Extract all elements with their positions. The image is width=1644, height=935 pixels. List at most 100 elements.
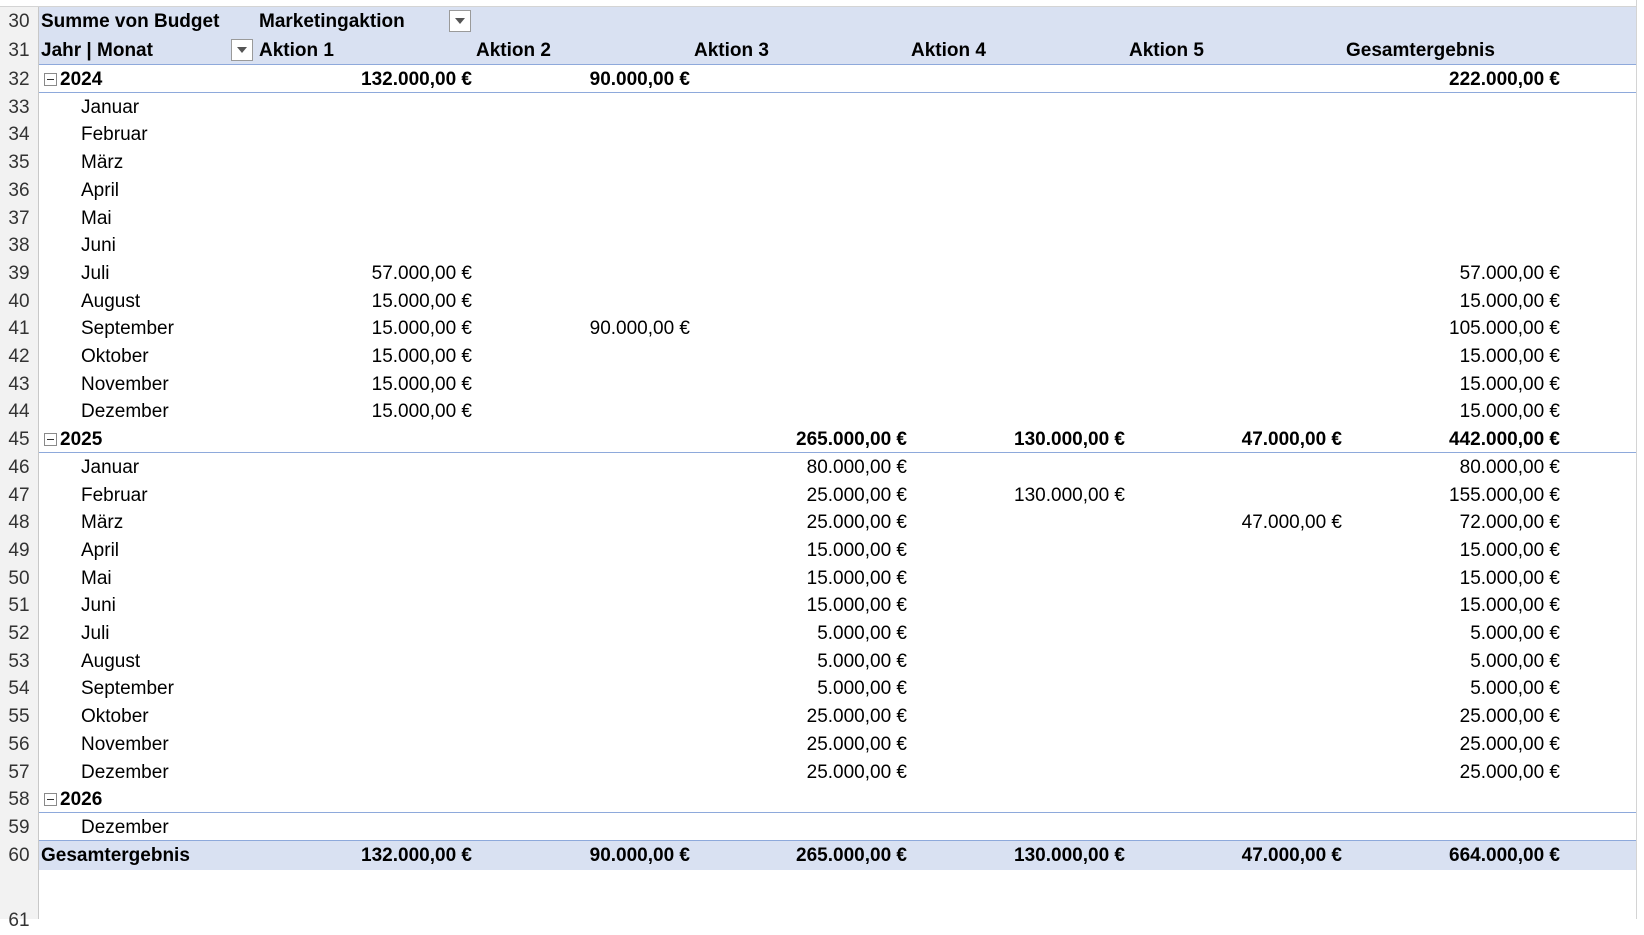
value-cell-aktion-5[interactable]: [1132, 758, 1342, 787]
value-cell-aktion-2[interactable]: [480, 785, 690, 814]
row-label[interactable]: Mai: [81, 564, 112, 593]
value-cell-aktion-2[interactable]: [480, 758, 690, 787]
value-cell-aktion-2[interactable]: [480, 342, 690, 371]
value-cell-aktion-4[interactable]: [915, 65, 1125, 94]
value-cell-total[interactable]: 5.000,00 €: [1350, 674, 1560, 703]
row-number[interactable]: 44: [0, 397, 38, 426]
row-number[interactable]: 45: [0, 425, 38, 454]
row-filter-button[interactable]: [231, 39, 253, 61]
row-label[interactable]: Februar: [81, 481, 148, 510]
row-label[interactable]: Oktober: [81, 342, 149, 371]
row-label[interactable]: 2024: [60, 65, 102, 94]
value-cell-aktion-2[interactable]: [480, 287, 690, 316]
value-cell-aktion-5[interactable]: [1132, 619, 1342, 648]
value-cell-aktion-5[interactable]: [1132, 647, 1342, 676]
value-cell-aktion-1[interactable]: [262, 674, 472, 703]
value-cell-aktion-4[interactable]: [915, 536, 1125, 565]
value-cell-aktion-3[interactable]: 25.000,00 €: [697, 702, 907, 731]
row-label[interactable]: Juli: [81, 619, 110, 648]
value-cell-aktion-5[interactable]: [1132, 674, 1342, 703]
row-number[interactable]: 49: [0, 536, 38, 565]
row-number[interactable]: 38: [0, 231, 38, 260]
value-cell-total[interactable]: [1350, 148, 1560, 177]
value-cell-aktion-2[interactable]: [480, 397, 690, 426]
value-cell-aktion-2[interactable]: [480, 508, 690, 537]
row-number[interactable]: 53: [0, 647, 38, 676]
value-cell-aktion-3[interactable]: [697, 314, 907, 343]
value-cell-aktion-5[interactable]: [1132, 204, 1342, 233]
value-cell-aktion-2[interactable]: [480, 425, 690, 454]
value-cell-aktion-2[interactable]: [480, 481, 690, 510]
row-number[interactable]: 56: [0, 730, 38, 759]
value-cell-aktion-2[interactable]: [480, 204, 690, 233]
value-cell-total[interactable]: [1350, 813, 1560, 842]
row-label[interactable]: Dezember: [81, 813, 169, 842]
value-cell-aktion-3[interactable]: [697, 259, 907, 288]
value-cell-total[interactable]: 80.000,00 €: [1350, 453, 1560, 482]
value-cell-aktion-3[interactable]: 15.000,00 €: [697, 536, 907, 565]
value-cell-aktion-2[interactable]: [480, 730, 690, 759]
value-cell-aktion-3[interactable]: 5.000,00 €: [697, 674, 907, 703]
row-number[interactable]: 55: [0, 702, 38, 731]
value-cell-aktion-5[interactable]: [1132, 148, 1342, 177]
value-cell-aktion-3[interactable]: 25.000,00 €: [697, 758, 907, 787]
value-cell-aktion-5[interactable]: [1132, 591, 1342, 620]
value-cell-aktion-1[interactable]: 132.000,00 €: [262, 65, 472, 94]
value-cell-total[interactable]: 664.000,00 €: [1350, 841, 1560, 870]
value-cell-total[interactable]: 15.000,00 €: [1350, 536, 1560, 565]
value-cell-aktion-2[interactable]: [480, 259, 690, 288]
row-label[interactable]: März: [81, 148, 123, 177]
value-cell-aktion-4[interactable]: [915, 702, 1125, 731]
value-cell-aktion-2[interactable]: [480, 674, 690, 703]
value-cell-total[interactable]: 15.000,00 €: [1350, 287, 1560, 316]
value-cell-aktion-2[interactable]: [480, 702, 690, 731]
value-cell-aktion-5[interactable]: [1132, 65, 1342, 94]
column-header-aktion-2[interactable]: Aktion 2: [476, 36, 551, 65]
value-cell-aktion-5[interactable]: [1132, 813, 1342, 842]
value-cell-aktion-2[interactable]: [480, 813, 690, 842]
value-cell-aktion-5[interactable]: [1132, 120, 1342, 149]
value-cell-aktion-4[interactable]: [915, 148, 1125, 177]
value-cell-aktion-3[interactable]: 25.000,00 €: [697, 481, 907, 510]
row-label[interactable]: Februar: [81, 120, 148, 149]
row-label[interactable]: September: [81, 314, 174, 343]
value-cell-total[interactable]: [1350, 120, 1560, 149]
value-cell-aktion-4[interactable]: 130.000,00 €: [915, 841, 1125, 870]
value-cell-aktion-1[interactable]: 15.000,00 €: [262, 370, 472, 399]
row-number[interactable]: 39: [0, 259, 38, 288]
value-cell-aktion-1[interactable]: [262, 591, 472, 620]
value-cell-aktion-3[interactable]: [697, 93, 907, 122]
value-cell-aktion-2[interactable]: 90.000,00 €: [480, 841, 690, 870]
value-cell-aktion-4[interactable]: [915, 120, 1125, 149]
value-cell-aktion-3[interactable]: [697, 342, 907, 371]
value-cell-aktion-2[interactable]: [480, 370, 690, 399]
value-cell-aktion-2[interactable]: [480, 176, 690, 205]
value-cell-total[interactable]: 5.000,00 €: [1350, 647, 1560, 676]
row-number[interactable]: 31: [0, 36, 38, 65]
row-number[interactable]: 58: [0, 785, 38, 814]
value-cell-aktion-4[interactable]: [915, 342, 1125, 371]
row-number[interactable]: 41: [0, 314, 38, 343]
row-number[interactable]: 33: [0, 93, 38, 122]
row-label[interactable]: Oktober: [81, 702, 149, 731]
value-cell-aktion-4[interactable]: [915, 591, 1125, 620]
value-cell-aktion-1[interactable]: [262, 120, 472, 149]
row-number[interactable]: 37: [0, 204, 38, 233]
row-label[interactable]: 2025: [60, 425, 102, 454]
value-cell-total[interactable]: 25.000,00 €: [1350, 730, 1560, 759]
value-cell-total[interactable]: 57.000,00 €: [1350, 259, 1560, 288]
value-cell-aktion-4[interactable]: [915, 259, 1125, 288]
value-cell-aktion-1[interactable]: [262, 231, 472, 260]
row-label[interactable]: Juni: [81, 231, 116, 260]
row-label[interactable]: Gesamtergebnis: [41, 841, 190, 870]
row-label[interactable]: August: [81, 287, 140, 316]
value-cell-aktion-4[interactable]: [915, 453, 1125, 482]
value-cell-aktion-3[interactable]: [697, 287, 907, 316]
value-cell-aktion-3[interactable]: 80.000,00 €: [697, 453, 907, 482]
value-cell-total[interactable]: 15.000,00 €: [1350, 342, 1560, 371]
row-number[interactable]: 50: [0, 564, 38, 593]
value-cell-aktion-1[interactable]: [262, 176, 472, 205]
value-cell-aktion-1[interactable]: 57.000,00 €: [262, 259, 472, 288]
value-cell-aktion-5[interactable]: [1132, 93, 1342, 122]
value-cell-aktion-1[interactable]: [262, 93, 472, 122]
